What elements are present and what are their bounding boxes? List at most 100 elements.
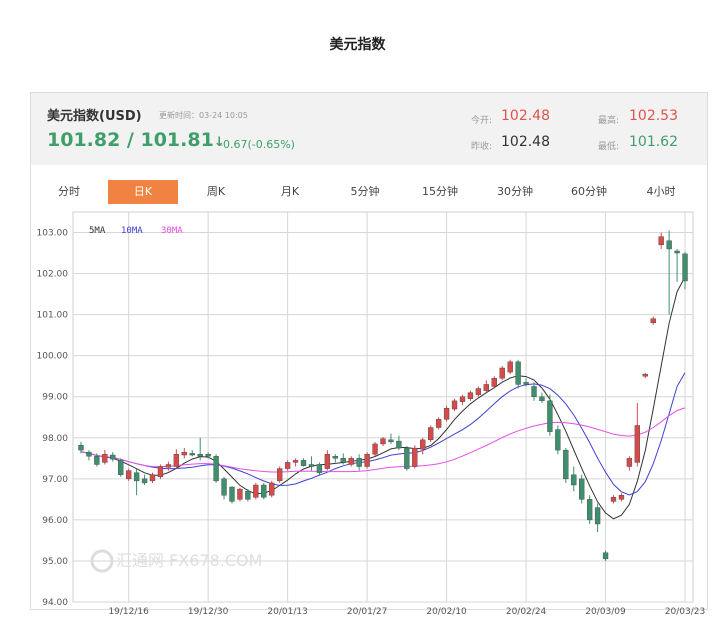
candle-body — [618, 495, 625, 500]
y-tick-label: 95.00 — [42, 557, 68, 567]
candle — [141, 474, 148, 485]
candle — [348, 456, 354, 467]
candle-body — [380, 438, 386, 445]
candle-body — [388, 439, 394, 443]
candle-body — [412, 447, 418, 467]
candle-body — [94, 456, 100, 465]
candle — [594, 503, 601, 533]
candle — [658, 232, 664, 249]
candle-body — [555, 429, 561, 451]
candle — [555, 425, 561, 455]
candle — [610, 495, 617, 504]
candle-body — [594, 507, 601, 525]
y-tick-label: 98.00 — [42, 434, 68, 444]
candle — [261, 482, 267, 500]
candle-body — [658, 236, 664, 246]
candle-body — [666, 240, 672, 250]
candle — [475, 386, 482, 397]
candle-body — [579, 478, 585, 500]
legend-5ma: 5MA — [89, 226, 106, 236]
candle-body — [277, 468, 283, 482]
y-tick-label: 103.00 — [37, 229, 69, 239]
x-tick-label: 19/12/30 — [188, 607, 229, 617]
candle-body — [428, 427, 434, 441]
candle — [618, 493, 625, 502]
candle — [269, 480, 275, 498]
candle — [435, 417, 442, 430]
candle-body — [650, 318, 656, 324]
candle — [428, 425, 434, 442]
candle — [364, 452, 370, 469]
candle-body — [253, 484, 259, 498]
candle-body — [284, 462, 291, 469]
candle-body — [308, 464, 315, 467]
candle-body — [133, 472, 140, 482]
y-tick-label: 99.00 — [42, 393, 68, 403]
candle-body — [221, 478, 227, 496]
candle-body — [269, 482, 275, 496]
ma5-line — [80, 276, 686, 520]
candle-body — [292, 460, 299, 463]
x-tick-label: 20/01/13 — [267, 607, 307, 617]
candle — [682, 251, 688, 290]
candle — [467, 390, 474, 401]
candle-body — [523, 382, 529, 385]
y-tick-label: 100.00 — [37, 352, 69, 362]
candle-body — [435, 419, 442, 428]
candle-body — [340, 458, 346, 463]
candle-body — [261, 484, 267, 498]
candle-body — [420, 439, 426, 450]
watermark: 汇通网 FX678.COM — [90, 549, 262, 573]
candle — [531, 382, 537, 401]
candle-body — [332, 456, 338, 459]
candle — [173, 449, 180, 469]
watermark-text: 汇通网 FX678.COM — [116, 551, 262, 570]
candle — [372, 441, 378, 457]
plot-area — [72, 211, 694, 603]
candle-body — [372, 443, 378, 455]
y-tick-label: 102.00 — [37, 270, 69, 280]
candle — [579, 474, 585, 504]
candle-body — [475, 388, 482, 395]
y-axis: 94.00 95.00 96.00 97.00 98.00 99.00 100.00 101.… — [37, 229, 69, 608]
candle — [459, 394, 466, 405]
candle-body — [467, 392, 474, 399]
candle-body — [491, 378, 497, 387]
x-tick-label: 20/02/24 — [506, 607, 547, 617]
candle — [229, 486, 235, 504]
candle — [332, 454, 338, 463]
legend: 5MA 10MA 30MA — [89, 226, 183, 236]
candle — [388, 433, 394, 444]
candle-body — [682, 253, 688, 282]
candle-body — [118, 460, 124, 475]
legend-10ma: 10MA — [121, 226, 143, 236]
candle-body — [531, 386, 537, 397]
candle — [547, 394, 553, 436]
candle — [181, 448, 187, 459]
candle — [308, 456, 315, 471]
candle — [539, 392, 545, 403]
candle-body — [586, 499, 593, 521]
candle — [213, 454, 219, 483]
candle — [300, 458, 307, 467]
x-tick-label: 20/03/09 — [585, 607, 626, 617]
candle-body — [149, 474, 156, 482]
candle — [626, 456, 633, 471]
candle-body — [78, 444, 84, 451]
y-tick-label: 101.00 — [37, 311, 69, 321]
candle — [237, 487, 243, 502]
candle — [451, 398, 458, 412]
candle-body — [626, 458, 633, 467]
candle-body — [102, 454, 108, 463]
candle-body — [610, 497, 617, 502]
candle — [292, 458, 299, 467]
candle-body — [173, 454, 180, 467]
candle-body — [364, 454, 370, 467]
candle — [634, 402, 641, 467]
candle-body — [213, 456, 219, 482]
candle — [642, 372, 648, 379]
candle — [571, 466, 577, 492]
candle — [284, 460, 291, 471]
candle — [674, 248, 680, 282]
y-tick-label: 94.00 — [42, 598, 68, 608]
